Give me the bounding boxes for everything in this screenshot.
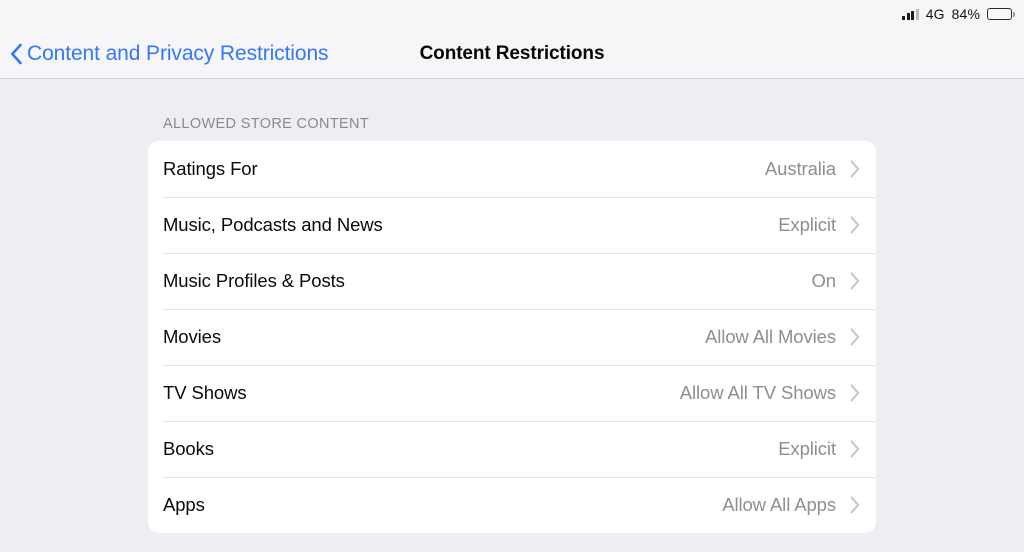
battery-icon xyxy=(987,8,1015,20)
list-item-label: Music Profiles & Posts xyxy=(163,270,345,291)
list-item-accessory: Allow All Movies xyxy=(705,326,860,348)
list-item-label: Ratings For xyxy=(163,158,258,179)
list-item-value: Allow All Movies xyxy=(704,326,836,347)
list-item-accessory: On xyxy=(812,270,860,292)
chevron-right-icon xyxy=(850,272,860,290)
navigation-bar: Content and Privacy Restrictions Content… xyxy=(0,28,1024,79)
list-item-ratings-for[interactable]: Ratings For Australia xyxy=(148,141,876,197)
list-item-value: Explicit xyxy=(778,214,836,235)
content-area: ALLOWED STORE CONTENT Ratings For Austra… xyxy=(0,80,1024,552)
list-item-music-profiles-and-posts[interactable]: Music Profiles & Posts On xyxy=(148,253,876,309)
list-item-accessory: Explicit xyxy=(778,438,860,460)
list-item-label: Music, Podcasts and News xyxy=(163,214,383,235)
section-header-allowed-store-content: ALLOWED STORE CONTENT xyxy=(163,116,370,132)
chevron-right-icon xyxy=(850,160,860,178)
chevron-right-icon xyxy=(850,496,860,514)
back-button-label: Content and Privacy Restrictions xyxy=(27,41,329,65)
status-bar-right-group: 4G 84% xyxy=(902,4,1015,24)
chevron-right-icon xyxy=(850,216,860,234)
settings-screen: 4G 84% Content and Privacy Restrictions … xyxy=(0,0,1024,552)
chevron-right-icon xyxy=(850,384,860,402)
list-item-value: On xyxy=(811,270,837,291)
list-item-accessory: Australia xyxy=(765,158,860,180)
list-item-books[interactable]: Books Explicit xyxy=(148,421,876,477)
list-item-value: Australia xyxy=(764,158,836,179)
chevron-right-icon xyxy=(850,440,860,458)
status-bar: 4G 84% xyxy=(0,0,1024,28)
list-item-movies[interactable]: Movies Allow All Movies xyxy=(148,309,876,365)
back-button[interactable]: Content and Privacy Restrictions xyxy=(10,28,329,79)
list-item-apps[interactable]: Apps Allow All Apps xyxy=(148,477,876,533)
list-item-label: Apps xyxy=(163,494,205,515)
list-item-label: Movies xyxy=(163,326,221,347)
list-item-value: Allow All Apps xyxy=(722,494,836,515)
list-item-accessory: Explicit xyxy=(778,214,860,236)
chevron-right-icon xyxy=(850,328,860,346)
list-item-accessory: Allow All TV Shows xyxy=(680,382,860,404)
list-item-tv-shows[interactable]: TV Shows Allow All TV Shows xyxy=(148,365,876,421)
signal-bars-icon xyxy=(902,8,919,20)
list-item-label: Books xyxy=(163,438,214,459)
list-item-value: Allow All TV Shows xyxy=(679,382,836,403)
battery-percentage-label: 84% xyxy=(951,6,980,22)
settings-list-card: Ratings For Australia Music, Podcasts an… xyxy=(148,141,876,533)
list-item-value: Explicit xyxy=(778,438,836,459)
list-item-accessory: Allow All Apps xyxy=(722,494,860,516)
list-item-label: TV Shows xyxy=(163,382,247,403)
chevron-left-icon xyxy=(10,43,22,64)
network-type-label: 4G xyxy=(925,6,945,22)
list-item-music-podcasts-and-news[interactable]: Music, Podcasts and News Explicit xyxy=(148,197,876,253)
